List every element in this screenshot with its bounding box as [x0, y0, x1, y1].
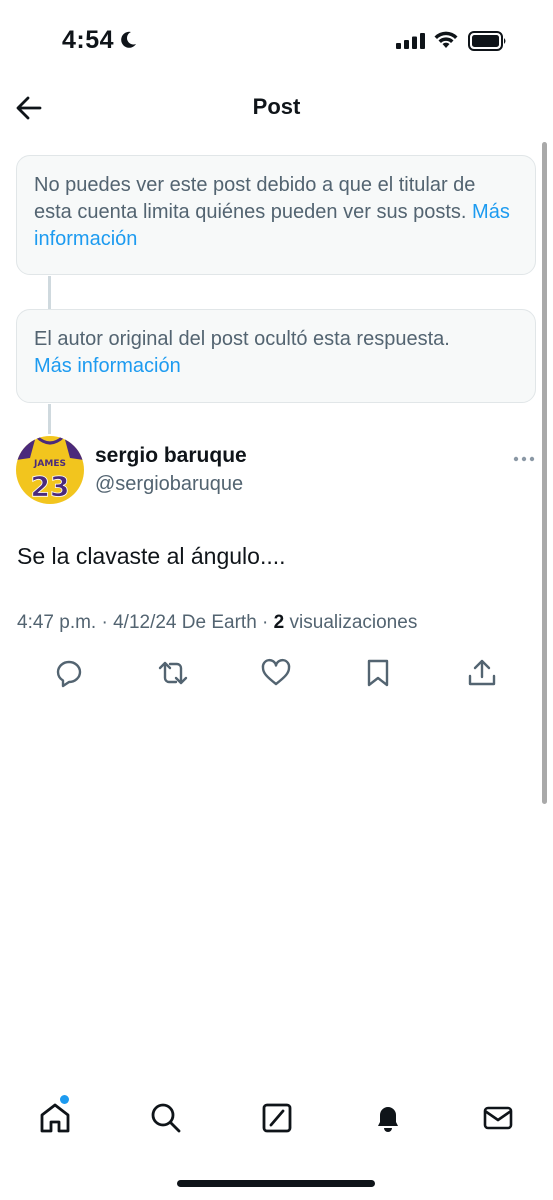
notice-text: No puedes ver este post debido a que el … — [34, 174, 476, 223]
views-label: visualizaciones — [289, 612, 418, 633]
bookmark-button[interactable] — [361, 656, 395, 690]
tweet-location: De Earth — [181, 612, 257, 633]
new-posts-dot — [60, 1095, 69, 1104]
status-time: 4:54 — [62, 26, 115, 54]
home-indicator[interactable] — [177, 1180, 375, 1187]
tweet-date[interactable]: 4/12/24 — [113, 612, 176, 633]
nav-messages[interactable] — [480, 1100, 516, 1136]
repost-button[interactable] — [156, 656, 190, 690]
like-icon — [261, 658, 291, 686]
top-bar: Post — [0, 80, 553, 136]
battery-icon — [468, 31, 508, 56]
post-screen: 4:54 Post No puedes ver este post debido… — [0, 0, 553, 1200]
author-name[interactable]: sergio baruque — [95, 444, 247, 468]
notifications-icon — [378, 1107, 398, 1132]
signal-icon — [396, 33, 426, 54]
tweet-time[interactable]: 4:47 p.m. — [17, 612, 96, 633]
reply-icon — [56, 660, 82, 688]
bottom-nav — [0, 1092, 553, 1144]
restricted-post-notice: No puedes ver este post debido a que el … — [16, 155, 536, 275]
share-button[interactable] — [465, 656, 499, 690]
messages-icon — [483, 1106, 513, 1130]
nav-grok[interactable] — [259, 1100, 295, 1136]
home-icon — [40, 1103, 70, 1133]
like-button[interactable] — [259, 656, 293, 690]
thread-line — [48, 404, 51, 434]
nav-home[interactable] — [37, 1100, 73, 1136]
more-dots-icon — [513, 456, 535, 462]
share-icon — [468, 659, 496, 686]
tweet-actions — [0, 656, 553, 692]
scrollbar[interactable] — [542, 142, 547, 804]
jersey-name: JAMES — [33, 459, 66, 469]
status-bar: 4:54 — [0, 0, 553, 80]
hidden-reply-notice: El autor original del post ocultó esta r… — [16, 309, 536, 403]
views-count: 2 — [273, 612, 285, 633]
nav-search[interactable] — [148, 1100, 184, 1136]
page-title: Post — [252, 94, 301, 119]
reply-button[interactable] — [52, 656, 86, 690]
notice-text: El autor original del post ocultó esta r… — [34, 328, 450, 350]
retweet-icon — [158, 661, 188, 685]
more-options-button[interactable] — [513, 451, 535, 469]
search-icon — [151, 1103, 181, 1133]
thread-line — [48, 276, 51, 309]
grok-icon — [262, 1103, 292, 1133]
tweet-meta: 4:47 p.m. · 4/12/24 De Earth · 2 visuali… — [17, 612, 418, 633]
wifi-icon — [432, 30, 460, 55]
nav-notifications[interactable] — [370, 1100, 406, 1136]
bookmark-icon — [367, 659, 389, 687]
avatar[interactable]: JAMES 23 — [16, 436, 84, 504]
jersey-avatar-image: JAMES 23 — [16, 436, 84, 504]
moon-icon — [118, 30, 138, 55]
jersey-number: 23 — [31, 470, 70, 503]
author-handle[interactable]: @sergiobaruque — [95, 473, 243, 496]
more-info-link[interactable]: Más información — [34, 353, 518, 380]
tweet-text: Se la clavaste al ángulo.... — [17, 543, 286, 569]
